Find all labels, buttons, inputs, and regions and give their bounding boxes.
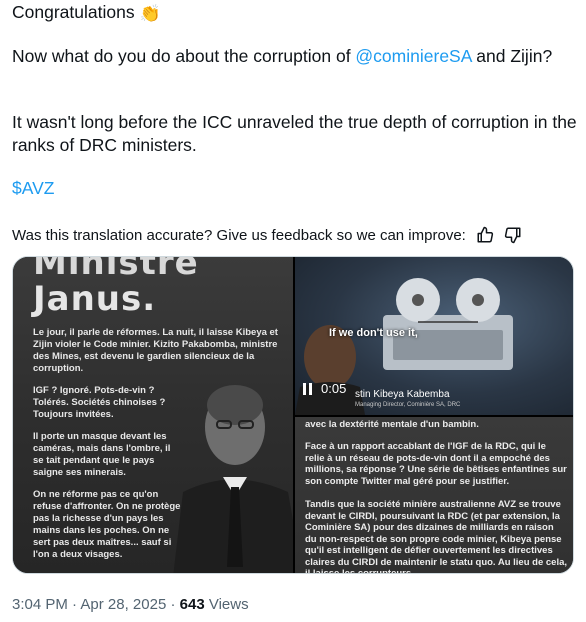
video-pause-button[interactable]: 0:05 [303,381,346,396]
thumbs-up-icon[interactable] [476,226,494,244]
media-grid: Ministre Janus. Le jour, il parle de réf… [12,256,574,574]
poster-body-2: IGF ? Ignoré. Pots-de-vin ? Tolérés. Soc… [33,385,166,420]
video-role-caption: Managing Director, Cominière SA, DRC [355,402,461,408]
views-label: Views [208,596,249,613]
congratulations-text: Congratulations [12,2,135,22]
tweet-time: 3:04 PM [12,596,68,613]
article-text-1: avec la dextérité mentale d'un bambin. [305,419,479,430]
para2-after-text: and Zijin? [471,46,553,66]
meta-separator: · [72,596,78,613]
minister-portrait [173,385,293,573]
media-image-ministre-janus[interactable]: Ministre Janus. Le jour, il parle de réf… [13,257,293,573]
clapping-hands-icon: 👏 [139,4,161,23]
video-name-caption: stin Kibeya Kabemba [355,389,450,400]
tweet-date: Apr 28, 2025 [80,596,167,613]
thumbs-down-icon[interactable] [504,226,522,244]
video-caption: If we don't use it, [329,327,418,339]
tweet-paragraph-icc: It wasn't long before the ICC unraveled … [12,112,577,155]
translation-feedback-prompt: Was this translation accurate? Give us f… [12,226,466,244]
views-count: 643 [179,596,205,613]
tweet-paragraph-corruption: Now what do you do about the corruption … [12,45,578,68]
poster-body-3: Il porte un masque devant les caméras, m… [33,431,171,478]
mention-link-cominieresa[interactable]: @cominiereSA [355,46,471,66]
meta-separator-2: · [170,596,176,613]
media-video-interview[interactable]: If we don't use it, 0:05 stin Kibeya Kab… [295,257,573,415]
video-time: 0:05 [321,381,347,396]
para2-before-text: Now what do you do about the corruption … [12,46,356,66]
pause-icon [303,382,315,395]
tweet-cashtag-line: $AVZ [12,177,54,200]
translation-feedback-row: Was this translation accurate? Give us f… [12,226,522,244]
poster-body-4: On ne réforme pas ce qu'on refuse d'affr… [33,489,181,560]
article-text-3: Tandis que la société minière australien… [305,499,568,574]
article-text-2: Face à un rapport accablant de l'IGF de … [305,441,567,487]
tweet-timestamp-link[interactable]: 3:04 PM · Apr 28, 2025 [12,596,166,613]
tweet-line-congratulations: Congratulations 👏 [12,1,161,25]
cashtag-link-avz[interactable]: $AVZ [12,178,54,198]
media-image-article-text[interactable]: avec la dextérité mentale d'un bambin. F… [295,417,573,574]
poster-title: Janus. [33,279,157,319]
tweet-meta-row: 3:04 PM · Apr 28, 2025 · 643 Views [12,596,249,613]
reel-to-reel-recorder [383,278,513,370]
